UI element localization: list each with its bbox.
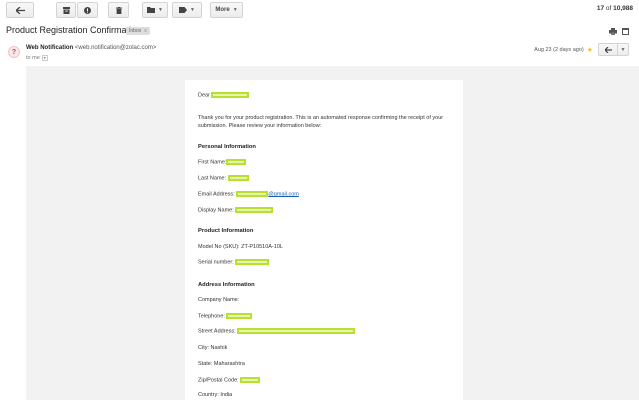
trash-icon <box>115 6 122 14</box>
new-window-icon[interactable] <box>622 28 629 35</box>
redaction-mark <box>211 92 250 98</box>
sender-email: <web.notification@zolac.com> <box>74 45 157 51</box>
street-label: Street Address: <box>198 328 236 335</box>
message-date: Aug 23 (2 days ago) ★ <box>534 46 593 54</box>
back-button[interactable] <box>6 2 34 18</box>
last-name-row: Last Name: <box>198 175 249 181</box>
remove-label-button[interactable]: x <box>144 28 147 34</box>
product-info-heading: Product Information <box>198 228 254 234</box>
inbox-label-text: Inbox <box>129 28 142 34</box>
serial-row: Serial number: <box>198 259 270 266</box>
header-actions <box>609 28 629 35</box>
country-row: Country: India <box>198 392 233 398</box>
zip-label: Zip/Postal Code: <box>198 377 239 384</box>
reply-button[interactable] <box>598 43 618 56</box>
serial-label: Serial number: <box>198 259 234 266</box>
reply-arrow-icon <box>604 46 612 53</box>
archive-button[interactable] <box>56 2 76 18</box>
inbox-label-badge: Inbox x <box>126 27 150 35</box>
intro-paragraph: Thank you for your product registration.… <box>198 115 444 129</box>
recipient-info: to me ▾ <box>26 55 48 61</box>
chevron-down-icon: ▼ <box>158 7 163 13</box>
last-name-label: Last Name: <box>198 175 227 182</box>
redaction-mark <box>227 175 249 181</box>
delete-button[interactable] <box>108 2 129 18</box>
redaction-mark <box>226 313 253 319</box>
print-icon[interactable] <box>609 28 617 35</box>
move-to-button[interactable]: ▼ <box>142 2 168 18</box>
to-me-label: to me <box>26 55 40 61</box>
greeting: Dear <box>198 92 250 99</box>
message-count: 17 of 10,988 <box>597 5 633 12</box>
telephone-row: Telephone: <box>198 313 253 320</box>
city-row: City: Nashik <box>198 345 228 351</box>
telephone-label: Telephone: <box>198 313 225 320</box>
email-address-link[interactable]: @gmail.com <box>268 191 299 197</box>
star-icon[interactable]: ★ <box>587 46 593 54</box>
email-address-label: Email Address: <box>198 191 235 198</box>
count-of: of <box>605 5 612 12</box>
archive-icon <box>62 6 70 14</box>
display-name-row: Display Name: <box>198 207 274 214</box>
chevron-down-icon: ▼ <box>232 7 238 13</box>
redaction-mark <box>226 159 247 165</box>
first-name-row: First Name: <box>198 159 247 166</box>
personal-info-heading: Personal Information <box>198 144 256 150</box>
spam-icon <box>84 6 91 14</box>
sender-name[interactable]: Web Notification <box>26 45 73 51</box>
street-row: Street Address: <box>198 328 356 335</box>
folder-icon <box>147 7 156 13</box>
date-text: Aug 23 (2 days ago) <box>534 47 584 53</box>
chevron-down-icon: ▼ <box>620 46 626 53</box>
first-name-label: First Name: <box>198 159 227 166</box>
details-dropdown-icon[interactable]: ▾ <box>41 55 48 61</box>
company-row: Company Name: <box>198 297 240 303</box>
sender-info: Web Notification <web.notification@zolac… <box>26 45 156 51</box>
reply-group: ▼ <box>598 43 629 56</box>
more-label: More <box>215 7 230 13</box>
back-arrow-icon <box>15 6 25 14</box>
redaction-mark <box>235 207 274 213</box>
email-content-card: Dear Thank you for your product registra… <box>185 80 463 400</box>
count-current: 17 <box>596 5 605 12</box>
greeting-text: Dear <box>198 92 210 99</box>
count-total: 10,988 <box>613 5 633 12</box>
model-row: Model No (SKU): ZT-P10510A-10L <box>198 244 283 250</box>
redaction-mark <box>237 328 356 334</box>
more-actions-button[interactable]: ▼ <box>618 43 629 56</box>
redaction-mark <box>235 259 270 265</box>
labels-button[interactable]: ▼ <box>172 2 202 18</box>
state-row: State: Maharashtra <box>198 361 245 367</box>
chevron-down-icon: ▼ <box>190 7 195 13</box>
zip-row: Zip/Postal Code: <box>198 377 261 384</box>
redaction-mark <box>240 377 261 383</box>
email-subject: Product Registration Confirmation <box>6 25 142 35</box>
label-icon <box>179 7 188 13</box>
redaction-mark <box>236 191 269 197</box>
report-spam-button[interactable] <box>77 2 98 18</box>
display-name-label: Display Name: <box>198 207 234 214</box>
more-button[interactable]: More ▼ <box>210 2 243 18</box>
toolbar: ▼ ▼ More ▼ 17 of 10,988 <box>0 0 639 20</box>
sender-avatar: ? <box>8 46 20 58</box>
email-address-row: Email Address: @gmail.com <box>198 191 299 197</box>
address-info-heading: Address Information <box>198 282 255 288</box>
